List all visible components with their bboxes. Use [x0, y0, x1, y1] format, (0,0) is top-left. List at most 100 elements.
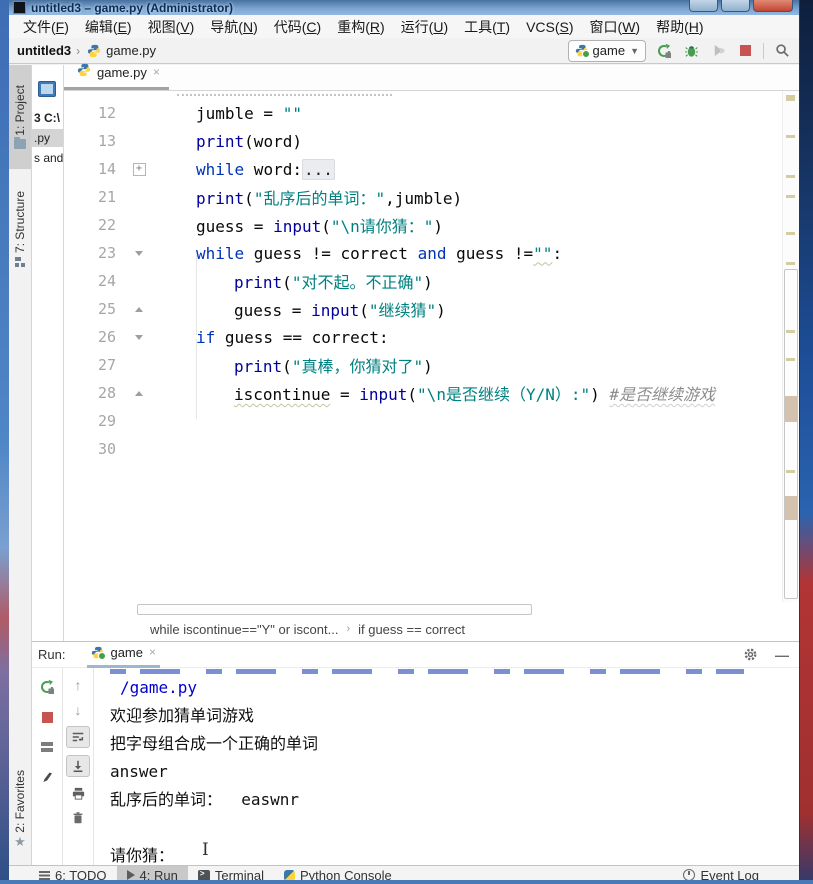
clear-console-icon[interactable] — [69, 809, 87, 827]
menu-item[interactable]: 重构(R) — [329, 17, 392, 37]
breadcrumb-if[interactable]: if guess == correct — [358, 622, 465, 637]
code-line[interactable]: 30 — [64, 435, 799, 463]
fold-collapse-icon[interactable] — [135, 251, 143, 256]
console-output-area[interactable]: /game.py欢迎参加猜单词游戏把字母组合成一个正确的单词answer乱序后的… — [94, 668, 799, 868]
menu-item[interactable]: 编辑(E) — [77, 17, 140, 37]
menu-item[interactable]: 帮助(H) — [648, 17, 711, 37]
tool-window-button-favorites[interactable]: 2: Favorites ★ — [9, 759, 31, 859]
code-line[interactable]: 21print("乱序后的单词：",jumble) — [64, 183, 799, 211]
editor-tab-gamepy[interactable]: game.py × — [64, 61, 169, 90]
code-line[interactable]: 29 — [64, 407, 799, 435]
fold-expand-icon[interactable]: + — [133, 163, 146, 176]
code-line[interactable]: 14+while word:... — [64, 155, 799, 183]
stripe-mark — [786, 262, 795, 265]
pycharm-window: untitled3 – game.py (Administrator) 文件(F… — [9, 0, 800, 882]
menu-item[interactable]: 导航(N) — [202, 17, 265, 37]
maximize-button[interactable] — [721, 0, 750, 12]
console-line: answer — [110, 758, 799, 786]
code-line[interactable]: 13print(word) — [64, 127, 799, 155]
error-stripe[interactable] — [782, 91, 799, 602]
gear-icon[interactable] — [741, 646, 759, 664]
search-everywhere-button[interactable] — [773, 42, 791, 60]
restore-layout-icon[interactable] — [38, 738, 56, 756]
chevron-down-icon: ▼ — [630, 46, 639, 56]
breadcrumb-while[interactable]: while iscontinue=="Y" or iscont... — [150, 622, 338, 637]
code-editor[interactable]: 12jumble = ""13print(word)14+while word:… — [64, 91, 799, 602]
project-tree-item-selected[interactable]: .py — [32, 129, 63, 147]
project-tree-item[interactable]: s and — [32, 149, 63, 167]
stop-icon[interactable] — [38, 708, 56, 726]
project-panel-sliver[interactable]: 3 C:\ .py s and — [32, 65, 64, 641]
window-title: untitled3 – game.py (Administrator) — [31, 2, 233, 15]
run-panel-header: Run: game × — — [32, 642, 799, 668]
code-line[interactable]: 12jumble = "" — [64, 99, 799, 127]
code-lines: 12jumble = ""13print(word)14+while word:… — [64, 91, 799, 463]
project-panel-icon — [38, 81, 56, 97]
fold-end-icon[interactable] — [135, 307, 143, 312]
title-bar[interactable]: untitled3 – game.py (Administrator) — [9, 0, 799, 15]
menu-bar: 文件(F)编辑(E)视图(V)导航(N)代码(C)重构(R)运行(U)工具(T)… — [9, 15, 799, 38]
console-line: 欢迎参加猜单词游戏 — [110, 702, 799, 730]
pin-icon[interactable] — [38, 768, 56, 786]
menu-item[interactable]: 视图(V) — [140, 17, 203, 37]
run-configuration-select[interactable]: game ▼ — [568, 40, 646, 62]
run-toolbar-secondary: ↑ ↓ — [63, 668, 94, 868]
line-number: 23 — [64, 244, 128, 262]
project-tree-item[interactable]: 3 C:\ — [32, 109, 63, 127]
print-icon[interactable] — [69, 784, 87, 802]
fold-collapse-icon[interactable] — [135, 335, 143, 340]
horizontal-scrollbar[interactable] — [64, 602, 799, 617]
debug-button[interactable] — [682, 42, 700, 60]
scroll-to-end-icon[interactable] — [66, 755, 90, 777]
breadcrumb-file[interactable]: game.py — [106, 43, 156, 58]
line-number: 12 — [64, 104, 128, 122]
code-line[interactable]: 26 if guess == correct: — [64, 323, 799, 351]
code-line[interactable]: 28iscontinue = input("\n是否继续（Y/N）:") #是否… — [64, 379, 799, 407]
close-icon[interactable]: × — [149, 645, 156, 659]
clipped-command-line — [110, 669, 744, 674]
code-text: if guess == correct: — [150, 328, 389, 347]
horizontal-scrollbar-thumb[interactable] — [137, 604, 532, 615]
code-line[interactable]: 22guess = input("\n请你猜：") — [64, 211, 799, 239]
run-panel-title: Run: — [38, 647, 65, 662]
breadcrumb-project[interactable]: untitled3 — [17, 43, 71, 58]
down-stacktrace-icon[interactable]: ↓ — [69, 701, 87, 719]
line-number: 29 — [64, 412, 128, 430]
up-stacktrace-icon[interactable]: ↑ — [69, 676, 87, 694]
tool-window-button-structure[interactable]: 7: Structure — [9, 177, 31, 281]
stop-button[interactable] — [736, 42, 754, 60]
rerun-button[interactable] — [655, 42, 673, 60]
screen: untitled3 – game.py (Administrator) 文件(F… — [0, 0, 813, 884]
rerun-icon[interactable] — [38, 678, 56, 696]
toolbar-divider — [763, 43, 764, 59]
run-tab-label: game — [110, 645, 143, 660]
run-with-coverage-button[interactable] — [709, 42, 727, 60]
code-line[interactable]: 25guess = input("继续猜") — [64, 295, 799, 323]
menu-item[interactable]: 工具(T) — [456, 17, 518, 37]
vertical-scrollbar-thumb[interactable] — [784, 269, 798, 599]
menu-item[interactable]: 运行(U) — [393, 17, 456, 37]
code-line[interactable]: 23while guess != correct and guess !="": — [64, 239, 799, 267]
run-config-name: game — [593, 43, 626, 58]
stripe-mark — [786, 135, 795, 138]
menu-item[interactable]: VCS(S) — [518, 19, 581, 35]
tool-window-button-project[interactable]: 1: Project — [9, 65, 31, 169]
line-number: 26 — [64, 328, 128, 346]
close-icon[interactable]: × — [153, 65, 160, 79]
run-tab-game[interactable]: game × — [87, 641, 160, 668]
window-controls — [689, 0, 793, 12]
menu-item[interactable]: 代码(C) — [266, 17, 329, 37]
hide-panel-icon[interactable]: — — [775, 650, 789, 660]
fold-end-icon[interactable] — [135, 391, 143, 396]
menu-item[interactable]: 文件(F) — [15, 17, 77, 37]
code-line[interactable]: 27print("真棒，你猜对了") — [64, 351, 799, 379]
run-config-python-icon — [575, 44, 588, 57]
stripe-mark — [785, 396, 797, 422]
soft-wrap-icon[interactable] — [66, 726, 90, 748]
menu-item[interactable]: 窗口(W) — [582, 17, 649, 37]
code-line[interactable]: 24print("对不起。不正确") — [64, 267, 799, 295]
stripe-mark — [786, 470, 795, 473]
minimize-button[interactable] — [689, 0, 718, 12]
fold-gutter — [128, 307, 150, 312]
close-button[interactable] — [753, 0, 793, 12]
